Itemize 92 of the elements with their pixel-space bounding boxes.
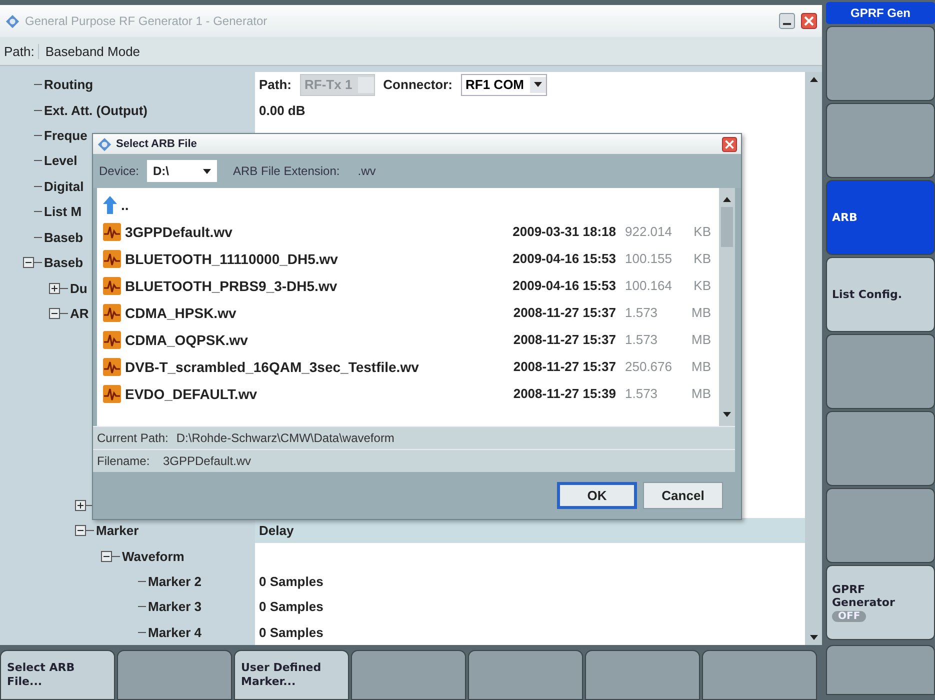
file-item[interactable]: DVB-T_scrambled_16QAM_3sec_Testfile.wv 2008-11-27 15:37 250.676 MB (97, 353, 719, 380)
collapse-icon[interactable] (101, 550, 112, 562)
scrollbar-thumb[interactable] (721, 207, 733, 247)
collapse-icon[interactable] (75, 525, 86, 536)
scrollbar[interactable] (805, 72, 822, 645)
waveform-file-icon (103, 222, 121, 240)
waveform-file-icon (103, 330, 121, 348)
tree-item[interactable]: AR (70, 306, 89, 321)
waveform-file-icon (103, 384, 121, 402)
softkey[interactable] (117, 650, 232, 700)
tree-item[interactable]: Marker 2 (148, 574, 202, 589)
window-title: General Purpose RF Generator 1 - Generator (25, 14, 268, 28)
file-item[interactable]: CDMA_OQPSK.wv 2008-11-27 15:37 1.573 MB (97, 326, 719, 353)
dialog-button[interactable]: Cancel (643, 482, 723, 509)
dropdown-button[interactable] (530, 76, 546, 93)
scroll-up-icon[interactable] (810, 77, 818, 82)
expand-icon[interactable] (49, 282, 60, 294)
scroll-up-icon[interactable] (723, 197, 731, 202)
current-path-label: Current Path: (97, 431, 168, 445)
path-label: Path: (259, 77, 292, 92)
waveform-file-icon (103, 304, 121, 322)
tree-item[interactable]: Routing (44, 77, 94, 92)
parent-folder-item[interactable]: .. (97, 191, 719, 218)
softkey[interactable] (702, 650, 817, 700)
softkey[interactable] (826, 488, 935, 563)
tree-item[interactable]: Freque (44, 128, 88, 144)
softkey[interactable] (468, 650, 583, 700)
softkey[interactable]: List Config. (826, 257, 935, 332)
file-item[interactable]: CDMA_HPSK.wv 2008-11-27 15:37 1.573 MB (97, 299, 719, 326)
connector-dropdown[interactable]: RF1 COM (460, 74, 548, 96)
waveform-file-icon (103, 276, 121, 294)
softkey[interactable]: GPRF Generator OFF (826, 565, 935, 640)
value-text: 0 Samples (259, 599, 324, 614)
file-item[interactable]: BLUETOOTH_11110000_DH5.wv 2009-04-16 15:53 100.155 KB (97, 245, 719, 272)
tree-item[interactable]: Marker 3 (148, 599, 202, 614)
filename-field[interactable]: 3GPPDefault.wv (163, 454, 252, 468)
softkey[interactable] (826, 411, 935, 486)
status-badge: OFF (832, 611, 866, 622)
tree-item[interactable]: Level (44, 153, 78, 168)
collapse-icon[interactable] (49, 308, 60, 319)
device-dropdown[interactable]: D:\ (147, 160, 218, 182)
caret-icon (534, 82, 542, 88)
softkey[interactable] (826, 26, 935, 101)
file-item[interactable]: BLUETOOTH_PRBS9_3-DH5.wv 2009-04-16 15:53 100.164 KB (97, 272, 719, 299)
tree-item[interactable]: Baseb (44, 255, 84, 270)
scrollbar[interactable] (719, 188, 735, 426)
softkey[interactable]: User Defined Marker... (234, 650, 349, 700)
tree-item[interactable]: Du (70, 280, 88, 296)
dialog-title: Select ARB File (116, 138, 197, 150)
softkey[interactable] (585, 650, 700, 700)
value-text: 0 Samples (259, 574, 324, 589)
value-text: 0 Samples (259, 624, 324, 640)
tree-item[interactable]: Baseb (44, 230, 84, 245)
softkey[interactable] (351, 650, 466, 700)
softkey[interactable]: ARB (826, 180, 935, 255)
scroll-down-icon[interactable] (723, 412, 731, 417)
tree-item[interactable]: Digital (44, 178, 84, 194)
scroll-down-icon[interactable] (810, 635, 818, 640)
softkey[interactable] (826, 645, 935, 695)
path-value: Baseband Mode (45, 44, 140, 58)
connector-label: Connector: (383, 77, 453, 92)
dialog-button[interactable]: OK (557, 482, 637, 509)
app-icon (5, 14, 20, 28)
path-label: Path: (0, 44, 40, 58)
softkey[interactable]: Select ARB File... (0, 650, 115, 700)
app-icon (97, 136, 112, 152)
minimize-icon[interactable] (779, 13, 795, 29)
file-item[interactable]: EVDO_DEFAULT.wv 2008-11-27 15:39 1.573 MB (97, 380, 719, 407)
expand-icon[interactable] (75, 500, 86, 511)
waveform-file-icon (103, 250, 121, 268)
extension-value: .wv (358, 164, 376, 178)
tree-item[interactable]: List M (44, 204, 82, 220)
close-icon[interactable] (722, 136, 737, 152)
tree-item[interactable]: Ext. Att. (Output) (44, 102, 148, 118)
tree-item[interactable]: Marker 4 (148, 624, 202, 640)
caret-icon (203, 168, 212, 174)
device-label: Device: (99, 164, 140, 178)
softkey[interactable] (826, 334, 935, 409)
file-item[interactable]: 3GPPDefault.wv 2009-03-31 18:18 922.014 KB (97, 218, 719, 245)
tree-item[interactable]: Waveform (122, 548, 184, 564)
up-arrow-icon (103, 196, 117, 214)
column-header: Delay (259, 523, 294, 538)
softkey[interactable] (826, 103, 935, 178)
current-path: D:\Rohde-Schwarz\CMW\Data\waveform (176, 431, 394, 445)
extension-label: ARB File Extension: (233, 164, 340, 178)
close-icon[interactable] (801, 13, 817, 29)
filename-label: Filename: (97, 454, 151, 468)
tree-item[interactable]: Marker (96, 523, 139, 538)
collapse-icon[interactable] (23, 257, 34, 268)
waveform-file-icon (103, 358, 121, 376)
value-text: 0.00 dB (259, 102, 306, 118)
panel-title: GPRF Gen (826, 2, 935, 24)
